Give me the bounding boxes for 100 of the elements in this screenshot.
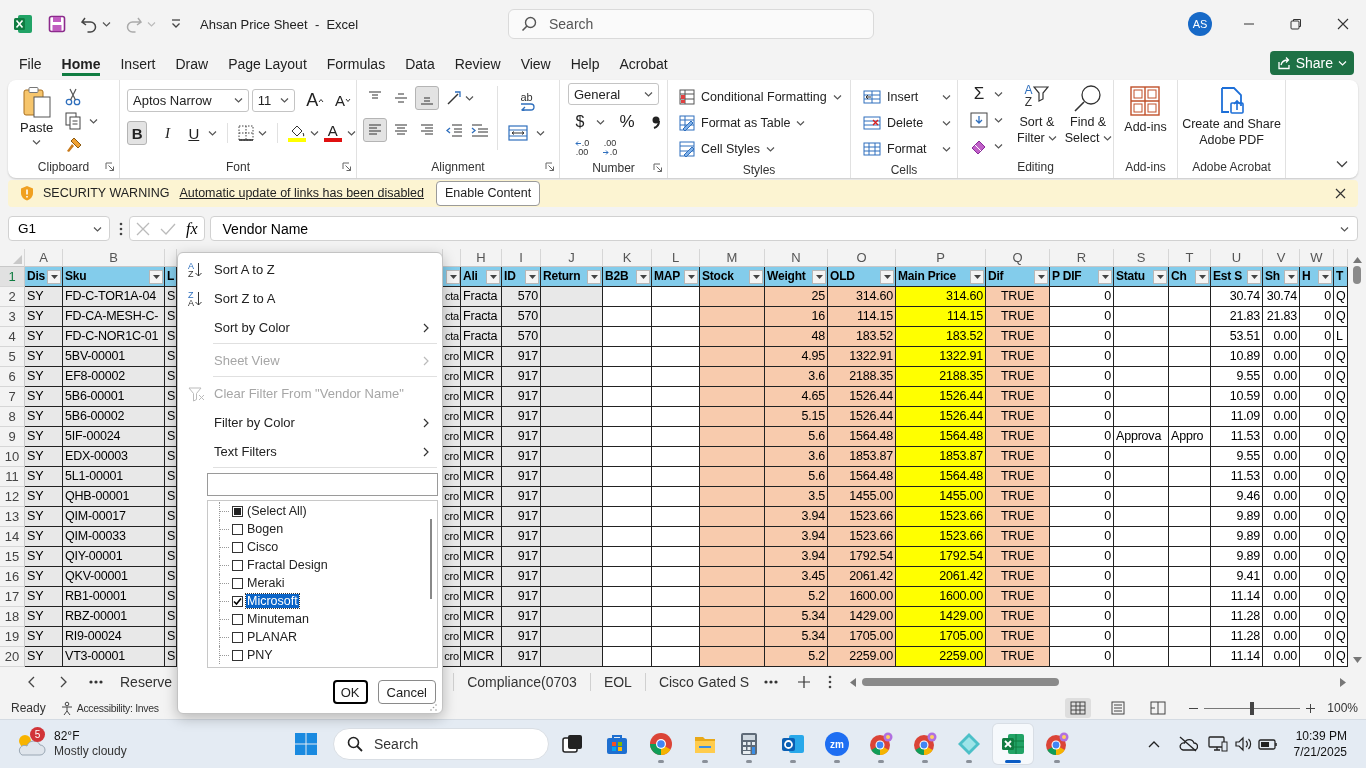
borders-icon[interactable] bbox=[237, 125, 254, 141]
caret-icon[interactable] bbox=[994, 117, 1003, 123]
monitor-icon[interactable] bbox=[1207, 736, 1228, 753]
account-avatar[interactable]: AS bbox=[1188, 12, 1212, 36]
shrink-font-button[interactable]: A bbox=[330, 88, 356, 112]
zoom-slider-thumb[interactable] bbox=[1250, 701, 1255, 715]
row-header[interactable]: 19 bbox=[0, 627, 25, 648]
share-button[interactable]: Share bbox=[1269, 51, 1354, 75]
filter-button[interactable] bbox=[1318, 269, 1332, 284]
filter-button[interactable] bbox=[587, 269, 601, 284]
row-header[interactable]: 7 bbox=[0, 387, 25, 408]
list-item[interactable]: Bogen bbox=[246, 522, 285, 537]
name-box[interactable]: G1 bbox=[8, 216, 110, 242]
italic-button[interactable]: I bbox=[157, 121, 178, 145]
caret-icon[interactable] bbox=[208, 130, 217, 136]
row-header[interactable]: 5 bbox=[0, 347, 25, 368]
percent-button[interactable]: % bbox=[615, 110, 639, 134]
checkbox[interactable] bbox=[232, 559, 243, 571]
orientation-icon[interactable] bbox=[445, 90, 463, 106]
accessibility-icon[interactable] bbox=[59, 700, 75, 716]
filter-button[interactable] bbox=[47, 269, 61, 284]
windows-start-icon[interactable] bbox=[295, 733, 317, 756]
caret-icon[interactable] bbox=[279, 97, 289, 103]
column-header[interactable]: L bbox=[652, 249, 700, 268]
menu-tab[interactable]: Home bbox=[61, 50, 101, 76]
find-select-button[interactable]: Find & Select bbox=[1064, 84, 1112, 156]
scroll-up-icon[interactable] bbox=[1352, 257, 1362, 264]
filter-button[interactable] bbox=[1098, 269, 1112, 284]
font-color-button[interactable]: A bbox=[322, 121, 343, 145]
menu-tab[interactable]: Data bbox=[405, 50, 435, 76]
caret-icon[interactable] bbox=[796, 120, 806, 126]
create-pdf-button[interactable]: Create and Share Adobe PDF bbox=[1182, 86, 1281, 156]
store-bag-icon[interactable] bbox=[605, 732, 629, 757]
column-header[interactable]: O bbox=[828, 249, 896, 268]
caret-icon[interactable] bbox=[233, 97, 243, 103]
close-icon[interactable] bbox=[1336, 18, 1349, 30]
filter-button[interactable] bbox=[749, 269, 763, 284]
table-icon[interactable] bbox=[679, 89, 695, 105]
caret-icon[interactable] bbox=[942, 94, 951, 100]
row-header[interactable]: 18 bbox=[0, 607, 25, 628]
menu-tab[interactable]: Review bbox=[454, 50, 501, 76]
delete-cells-button[interactable]: Delete bbox=[863, 110, 951, 136]
fill-down-icon[interactable] bbox=[970, 112, 988, 128]
list-item[interactable]: (Select All) bbox=[246, 504, 308, 519]
filter-button[interactable] bbox=[970, 269, 984, 284]
column-header[interactable]: Q bbox=[986, 249, 1050, 268]
column-header[interactable]: I bbox=[502, 249, 541, 268]
column-header[interactable]: J bbox=[541, 249, 603, 268]
checkbox[interactable] bbox=[232, 613, 243, 625]
row-header[interactable]: 3 bbox=[0, 307, 25, 328]
caret-icon[interactable] bbox=[93, 225, 102, 232]
sheet-tab[interactable]: Reserve bbox=[120, 674, 173, 691]
table-icon[interactable] bbox=[679, 141, 695, 157]
filter-button[interactable] bbox=[525, 269, 539, 284]
filter-button[interactable] bbox=[1153, 269, 1167, 284]
enable-content-button[interactable]: Enable Content bbox=[436, 180, 541, 206]
caret-icon[interactable] bbox=[102, 21, 111, 27]
round-app-icon[interactable]: zm bbox=[825, 732, 849, 757]
caret-icon[interactable] bbox=[346, 130, 356, 136]
list-item[interactable]: Microsoft bbox=[246, 594, 299, 609]
column-header[interactable]: B bbox=[63, 249, 165, 268]
caret-icon[interactable] bbox=[994, 91, 1003, 97]
row-header[interactable]: 9 bbox=[0, 427, 25, 448]
filter-button[interactable] bbox=[1284, 269, 1298, 284]
row-header[interactable]: 6 bbox=[0, 367, 25, 388]
column-header[interactable]: N bbox=[765, 249, 828, 268]
dialog-launcher-icon[interactable] bbox=[653, 162, 663, 173]
filter-button[interactable] bbox=[636, 269, 650, 284]
filter-button[interactable] bbox=[812, 269, 826, 284]
close-icon[interactable] bbox=[1335, 187, 1346, 199]
table-icon[interactable] bbox=[679, 115, 695, 131]
eraser-icon[interactable] bbox=[970, 138, 988, 154]
table-icon[interactable] bbox=[863, 141, 881, 157]
accessibility-status[interactable]: Accessibility: Inves bbox=[76, 702, 159, 715]
browser-icon[interactable] bbox=[649, 732, 673, 757]
grow-font-button[interactable]: A bbox=[302, 88, 329, 112]
add-ins-button[interactable]: Add-ins bbox=[1124, 86, 1167, 156]
caret-icon[interactable] bbox=[1102, 135, 1112, 141]
list-item[interactable]: Fractal Design bbox=[246, 558, 329, 573]
format-as-table-button[interactable]: Format as Table bbox=[679, 110, 850, 136]
currency-button[interactable]: $ bbox=[568, 110, 592, 134]
zoom-level[interactable]: 100% bbox=[1327, 701, 1358, 716]
column-header[interactable]: U bbox=[1211, 249, 1263, 268]
caret-icon[interactable] bbox=[942, 146, 951, 152]
format-painter-icon[interactable] bbox=[65, 136, 84, 154]
filter-button[interactable] bbox=[880, 269, 894, 284]
list-item[interactable]: PLANAR bbox=[246, 630, 299, 645]
row-header[interactable]: 2 bbox=[0, 287, 25, 308]
cell-styles-button[interactable]: Cell Styles bbox=[679, 136, 850, 162]
number-format-dropdown[interactable]: General bbox=[568, 83, 659, 105]
insert-cells-button[interactable]: Insert bbox=[863, 84, 951, 110]
search-field[interactable] bbox=[207, 473, 438, 497]
undo-icon[interactable] bbox=[80, 15, 98, 33]
insert-function-button[interactable]: fx bbox=[186, 219, 198, 238]
list-item[interactable]: Minuteman bbox=[246, 612, 310, 627]
formula-field[interactable]: Vendor Name bbox=[209, 216, 1358, 242]
menu-tab[interactable]: Formulas bbox=[326, 50, 386, 76]
caret-icon[interactable] bbox=[596, 119, 605, 125]
row-header[interactable]: 16 bbox=[0, 567, 25, 588]
scrollbar-thumb[interactable] bbox=[1353, 266, 1361, 285]
